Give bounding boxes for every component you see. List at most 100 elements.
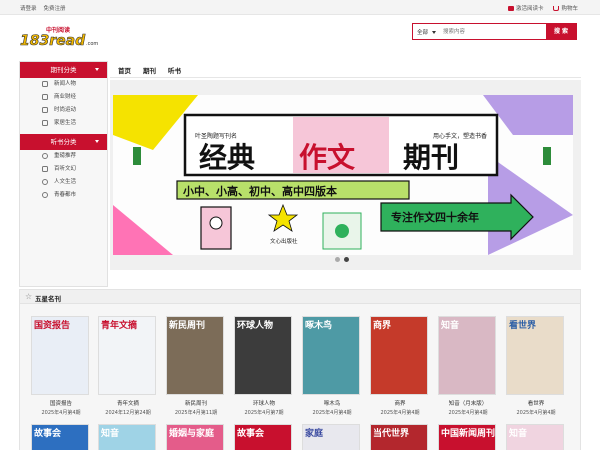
magazine-item[interactable]: 国资报告 国资报告 2025年4月第4期 xyxy=(31,316,91,416)
search-box: 全部 搜 索 xyxy=(412,23,577,40)
magazine-issue-date: 2025年4月第4期 xyxy=(516,410,556,416)
banner-artwork: 叶圣陶题写刊名 用心手文，塑造书香 经典 作文 期刊 小中、小高、初中、高中四版… xyxy=(113,95,573,255)
logo-text: 183read xyxy=(20,33,86,47)
section-header: ☆ 五星名刊 xyxy=(19,289,581,304)
magazine-cover[interactable]: 故事会 xyxy=(234,424,292,450)
magazine-name[interactable]: 青年文摘 xyxy=(98,399,158,407)
magazine-cover[interactable]: 环球人物 xyxy=(234,316,292,395)
cart-label: 购物车 xyxy=(561,6,578,12)
cover-title: 中国新闻周刊 xyxy=(441,429,496,439)
magazine-name[interactable]: 知音（月末版） xyxy=(438,399,498,407)
sidebar-item-recommended[interactable]: 重磅推荐 xyxy=(20,150,107,163)
register-link[interactable]: 免费注册 xyxy=(44,4,66,12)
magazine-issue-date: 2025年4月第4期 xyxy=(41,410,81,416)
magazine-name[interactable]: 商界 xyxy=(370,399,430,407)
category-sidebar: 期刊分类 新闻人物 商业财经 时尚运动 家居生活 听书分类 重磅推荐 百听文幻 … xyxy=(19,61,108,287)
audio-category-header[interactable]: 听书分类 xyxy=(20,134,107,150)
magazine-name[interactable]: 看世界 xyxy=(506,399,566,407)
magazine-cover[interactable]: 啄木鸟 xyxy=(302,316,360,395)
activate-reader-card-link[interactable]: 激活阅读卡 xyxy=(507,4,543,12)
magazine-cover[interactable]: 知音 xyxy=(98,424,156,450)
cover-title: 当代世界 xyxy=(373,429,410,439)
magazine-cover[interactable]: 青年文摘 xyxy=(98,316,156,395)
magazine-cover[interactable]: 商界 xyxy=(370,316,428,395)
magazine-cover[interactable]: 中国新闻周刊 xyxy=(438,424,496,450)
carousel-dot[interactable] xyxy=(335,257,340,262)
microphone-icon xyxy=(42,166,48,172)
cart-link[interactable]: 购物车 xyxy=(553,4,578,12)
banner-carousel: 叶圣陶题写刊名 用心手文，塑造书香 经典 作文 期刊 小中、小高、初中、高中四版… xyxy=(110,80,581,270)
carousel-dot-active[interactable] xyxy=(344,257,349,262)
sidebar-item-label: 百听文幻 xyxy=(54,166,77,172)
magazine-item[interactable]: 看世界 看世界 2025年4月第4期 xyxy=(506,316,566,416)
sidebar-item-label: 新闻人物 xyxy=(54,81,77,87)
site-logo[interactable]: 中刊阅读 183read .com xyxy=(20,25,102,47)
sidebar-item-home-life[interactable]: 家居生活 xyxy=(20,117,107,130)
magazine-item[interactable]: 啄木鸟 啄木鸟 2025年4月第4期 xyxy=(302,316,362,416)
magazine-cover[interactable]: 婚姻与家庭 xyxy=(166,424,224,450)
magazine-item[interactable]: 新民周刊 新民周刊 2025年4月第11期 xyxy=(166,316,226,416)
banner-slide[interactable]: 叶圣陶题写刊名 用心手文，塑造书香 经典 作文 期刊 小中、小高、初中、高中四版… xyxy=(113,95,573,255)
magazine-name[interactable]: 环球人物 xyxy=(234,399,294,407)
sidebar-item-business[interactable]: 商业财经 xyxy=(20,91,107,104)
cover-title: 婚姻与家庭 xyxy=(169,429,215,439)
chevron-down-icon xyxy=(95,140,99,143)
magazine-cover[interactable]: 当代世界 xyxy=(370,424,428,450)
magazine-cover[interactable]: 知音 xyxy=(438,316,496,395)
magazine-item[interactable]: 知音知音（月末版） 2025年4月第4期 xyxy=(438,316,498,416)
sidebar-item-fantasy[interactable]: 百听文幻 xyxy=(20,163,107,176)
periodical-category-header[interactable]: 期刊分类 xyxy=(20,62,107,78)
magazine-cover[interactable]: 知音 xyxy=(506,424,564,450)
sidebar-item-label: 家居生活 xyxy=(54,120,77,126)
cover-title: 国资报告 xyxy=(34,321,71,331)
magazine-item[interactable]: 青年文摘 青年文摘 2024年12月第24期 xyxy=(98,316,158,416)
cover-title: 看世界 xyxy=(509,321,537,331)
user-links: 激活阅读卡 购物车 xyxy=(507,4,578,12)
banner-top-right-text: 用心手文，塑造书香 xyxy=(433,132,487,140)
star-icon: ☆ xyxy=(25,292,33,301)
news-icon xyxy=(42,81,48,87)
logo-tld: .com xyxy=(86,41,98,47)
cover-title: 新民周刊 xyxy=(169,321,206,331)
sidebar-item-label: 青春都市 xyxy=(54,192,77,198)
magazine-cover[interactable]: 看世界 xyxy=(506,316,564,395)
sidebar-item-news-people[interactable]: 新闻人物 xyxy=(20,78,107,91)
magazine-issue-date: 2024年12月第24期 xyxy=(105,410,151,416)
cover-title: 家庭 xyxy=(305,429,324,439)
magazine-issue-date: 2025年4月第4期 xyxy=(312,410,352,416)
magazine-grid: 国资报告 国资报告 2025年4月第4期 青年文摘 青年文摘 2024年12月第24期 新民… xyxy=(19,304,581,450)
search-category-select[interactable]: 全部 xyxy=(417,28,437,36)
cover-title: 商界 xyxy=(373,321,392,331)
card-icon xyxy=(507,6,514,11)
magazine-cover[interactable]: 国资报告 xyxy=(31,316,89,395)
cover-title: 知音 xyxy=(441,321,460,331)
magazine-issue-date: 2025年4月第7期 xyxy=(244,410,284,416)
banner-title-part-3: 期刊 xyxy=(403,141,459,174)
magazine-cover[interactable]: 家庭 xyxy=(302,424,360,450)
chevron-down-icon xyxy=(95,68,99,71)
magazine-issue-date: 2025年4月第4期 xyxy=(448,410,488,416)
chevron-down-icon xyxy=(432,31,437,34)
search-input[interactable] xyxy=(443,26,543,38)
banner-title-part-1: 经典 xyxy=(199,141,255,174)
sidebar-item-humanities[interactable]: 人文生活 xyxy=(20,176,107,189)
sidebar-item-youth-urban[interactable]: 青春都市 xyxy=(20,189,107,202)
banner-subtitle: 小中、小高、初中、高中四版本 xyxy=(182,184,337,198)
magazine-cover[interactable]: 故事会 xyxy=(31,424,89,450)
nav-audiobooks[interactable]: 听书 xyxy=(168,65,181,75)
magazine-item[interactable]: 环球人物 环球人物 2025年4月第7期 xyxy=(234,316,294,416)
nav-home[interactable]: 首页 xyxy=(118,65,131,75)
magazine-name[interactable]: 新民周刊 xyxy=(166,399,226,407)
magazine-name[interactable]: 啄木鸟 xyxy=(302,399,362,407)
magazine-cover[interactable]: 新民周刊 xyxy=(166,316,224,395)
magazine-name[interactable]: 国资报告 xyxy=(31,399,91,407)
magazine-issue-date: 2025年4月第11期 xyxy=(174,410,218,416)
magazine-item[interactable]: 商界 商界 2025年4月第4期 xyxy=(370,316,430,416)
periodical-category-title: 期刊分类 xyxy=(50,66,77,74)
cover-title: 啄木鸟 xyxy=(305,321,333,331)
business-icon xyxy=(42,94,48,100)
login-link[interactable]: 请登录 xyxy=(20,4,37,12)
sidebar-item-fashion-sport[interactable]: 时尚运动 xyxy=(20,104,107,117)
search-button[interactable]: 搜 索 xyxy=(546,24,576,39)
nav-periodicals[interactable]: 期刊 xyxy=(143,65,156,75)
